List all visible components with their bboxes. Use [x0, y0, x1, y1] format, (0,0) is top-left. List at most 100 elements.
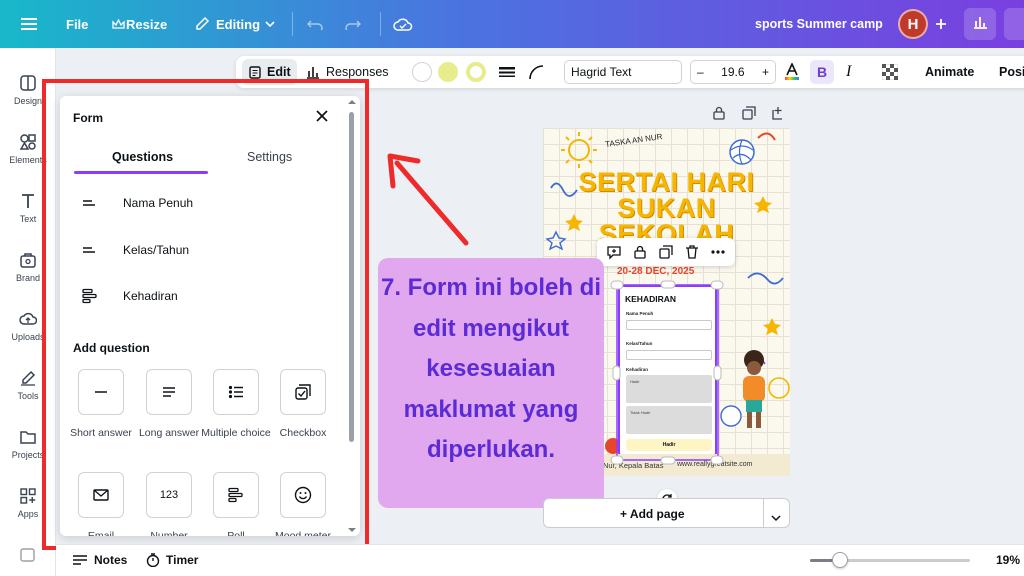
- rail-label-design: Design: [13, 96, 42, 106]
- redo-button[interactable]: [342, 10, 364, 38]
- add-page-bar: + Add page: [543, 498, 790, 528]
- projects-icon: [20, 431, 36, 444]
- more-icon[interactable]: [710, 244, 726, 260]
- cloud-save-button[interactable]: [392, 10, 414, 38]
- font-size-value[interactable]: 19.6: [721, 65, 744, 79]
- redo-icon: [342, 13, 364, 35]
- border-color-swatch[interactable]: [466, 62, 486, 82]
- embedded-form[interactable]: KEHADIRAN Nama Penuh Kelas/Tahun Kehadir…: [618, 285, 717, 456]
- form-field-label: Kelas/Tahun: [626, 341, 653, 346]
- border-style-button[interactable]: [499, 56, 515, 88]
- duplicate-page-button[interactable]: [742, 106, 756, 125]
- rail-label-uploads: Uploads: [11, 332, 45, 342]
- image-sparkle-icon: [20, 548, 35, 562]
- zoom-slider-thumb[interactable]: [832, 552, 848, 568]
- timer-label: Timer: [166, 553, 199, 567]
- project-title[interactable]: sports Summer camp: [755, 10, 883, 38]
- instruction-callout: 7. Form ini boleh di edit mengikut keses…: [378, 258, 604, 508]
- tools-icon: [21, 370, 36, 386]
- form-field-input[interactable]: [626, 320, 712, 330]
- resize-button[interactable]: Resize: [110, 10, 167, 38]
- page-footer-address[interactable]: Nur, Kepala Batas: [603, 461, 663, 470]
- corner-rounding-button[interactable]: [528, 56, 544, 88]
- uploads-icon: [19, 312, 37, 325]
- undo-button[interactable]: [304, 10, 326, 38]
- bold-button[interactable]: B: [810, 60, 834, 84]
- duplicate-icon: [742, 106, 756, 120]
- font-size-increase[interactable]: +: [762, 65, 769, 79]
- page-footer-website[interactable]: www.reallygreatsite.com: [677, 461, 752, 468]
- rail-label-apps: Apps: [17, 509, 39, 519]
- notes-button[interactable]: Notes: [72, 553, 127, 567]
- chevron-down-icon: [771, 515, 781, 522]
- duplicate-icon[interactable]: [658, 244, 674, 260]
- page-headline-line2[interactable]: SUKAN: [543, 194, 790, 222]
- timer-button[interactable]: Timer: [146, 553, 198, 567]
- rail-label-tools: Tools: [17, 391, 39, 401]
- notes-label: Notes: [94, 553, 128, 567]
- rail-label-text: Text: [19, 214, 37, 224]
- form-option[interactable]: Tidak Hadir: [626, 406, 712, 434]
- transparency-button[interactable]: [882, 56, 898, 88]
- italic-button[interactable]: I: [846, 56, 851, 88]
- avatar[interactable]: H: [898, 9, 928, 39]
- add-page-above-button[interactable]: [772, 106, 786, 125]
- top-bar: File Resize Editing sports Summer camp H: [0, 0, 1024, 48]
- form-submit-button[interactable]: Hadir: [626, 439, 712, 451]
- lock-icon: [713, 106, 725, 120]
- lock-icon[interactable]: [632, 244, 648, 260]
- element-floating-toolbar: [597, 238, 735, 266]
- editing-mode-dropdown[interactable]: Editing: [190, 10, 280, 38]
- file-menu[interactable]: File: [66, 10, 88, 38]
- color-swatch-lime[interactable]: [438, 62, 458, 82]
- zoom-level[interactable]: 19%: [996, 553, 1020, 567]
- bar-chart-icon: [972, 15, 988, 34]
- notes-icon: [73, 555, 87, 565]
- share-button[interactable]: [1004, 8, 1024, 40]
- form-icon: [249, 66, 261, 79]
- font-size-stepper[interactable]: – 19.6 +: [690, 60, 776, 84]
- position-button[interactable]: Positi: [999, 56, 1024, 88]
- add-page-divider: [763, 499, 764, 527]
- add-page-options-button[interactable]: [771, 509, 781, 527]
- edit-label: Edit: [267, 65, 291, 79]
- elements-icon: [19, 134, 36, 150]
- bar-chart-icon: [307, 67, 319, 79]
- border-weight-icon: [499, 67, 515, 77]
- add-page-button[interactable]: + Add page: [620, 507, 685, 521]
- annotation-highlight-box: [42, 79, 369, 550]
- crown-icon: [110, 13, 126, 35]
- text-icon: [22, 194, 34, 208]
- trash-icon[interactable]: [684, 244, 700, 260]
- zoom-slider[interactable]: [810, 552, 970, 568]
- form-field-label: Nama Penuh: [626, 311, 654, 316]
- form-option[interactable]: Hadir: [626, 375, 712, 403]
- chevron-down-icon: [260, 13, 280, 35]
- color-swatch-white[interactable]: [412, 62, 432, 82]
- checkerboard-icon: [882, 64, 898, 80]
- add-page-icon: [772, 107, 782, 120]
- resize-label: Resize: [126, 16, 168, 32]
- comment-add-icon[interactable]: [606, 244, 622, 260]
- add-collaborator-button[interactable]: [930, 10, 952, 38]
- text-color-icon: [785, 63, 799, 80]
- responses-label: Responses: [326, 65, 389, 79]
- menu-button[interactable]: [18, 10, 40, 38]
- corner-radius-icon: [529, 65, 544, 80]
- page-date[interactable]: 20-28 DEC, 2025: [617, 266, 694, 277]
- animate-button[interactable]: Animate: [925, 56, 974, 88]
- page-headline-line1[interactable]: SERTAI HARI: [543, 168, 790, 196]
- lock-page-button[interactable]: [712, 106, 726, 125]
- font-family-dropdown[interactable]: Hagrid Text: [564, 60, 682, 84]
- brand-icon: [20, 253, 36, 268]
- font-size-decrease[interactable]: –: [697, 65, 704, 79]
- form-field-input[interactable]: [626, 350, 712, 360]
- apps-icon: [20, 488, 36, 504]
- timer-icon: [146, 553, 160, 567]
- bottom-bar: Notes Timer 19%: [56, 544, 1024, 576]
- text-color-button[interactable]: [784, 56, 800, 88]
- rail-label-brand: Brand: [15, 273, 41, 283]
- hamburger-icon: [18, 13, 40, 35]
- pencil-icon: [190, 13, 214, 35]
- insights-button[interactable]: [964, 8, 996, 40]
